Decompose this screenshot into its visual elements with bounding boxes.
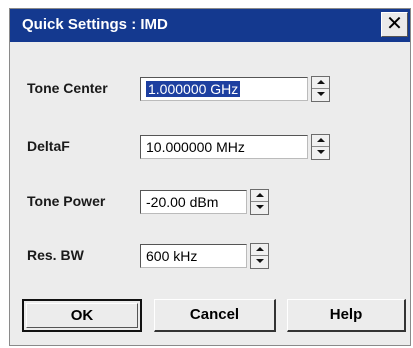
spin-down-icon[interactable] <box>312 147 329 159</box>
quick-settings-dialog: Quick Settings : IMD ✕ Tone Center 1.000… <box>9 8 411 346</box>
spin-up-icon[interactable] <box>312 77 329 89</box>
window-title: Quick Settings : IMD <box>22 16 168 33</box>
spin-up-icon[interactable] <box>251 190 268 202</box>
tone-center-label: Tone Center <box>27 80 108 96</box>
tone-power-value: -20.00 dBm <box>146 194 219 210</box>
ok-button[interactable]: OK <box>22 299 142 332</box>
res-bw-input[interactable]: 600 kHz <box>140 244 247 268</box>
deltaf-spinner[interactable] <box>311 134 330 160</box>
tone-center-value: 1.000000 GHz <box>146 81 241 97</box>
cancel-button[interactable]: Cancel <box>154 299 276 332</box>
spin-down-icon[interactable] <box>251 256 268 268</box>
spin-down-icon[interactable] <box>251 202 268 214</box>
tone-center-spinner[interactable] <box>311 76 330 102</box>
tone-center-input[interactable]: 1.000000 GHz <box>140 77 308 101</box>
title-bar[interactable]: Quick Settings : IMD ✕ <box>10 9 410 42</box>
close-button[interactable]: ✕ <box>381 12 408 37</box>
res-bw-spinner[interactable] <box>250 243 269 269</box>
deltaf-input[interactable]: 10.000000 MHz <box>140 135 308 159</box>
tone-power-spinner[interactable] <box>250 189 269 215</box>
tone-power-label: Tone Power <box>27 193 106 209</box>
spin-down-icon[interactable] <box>312 89 329 101</box>
spin-up-icon[interactable] <box>251 244 268 256</box>
tone-power-input[interactable]: -20.00 dBm <box>140 190 247 214</box>
res-bw-value: 600 kHz <box>146 248 198 264</box>
close-icon: ✕ <box>386 13 403 35</box>
res-bw-label: Res. BW <box>27 247 84 263</box>
spin-up-icon[interactable] <box>312 135 329 147</box>
help-button[interactable]: Help <box>287 299 406 332</box>
deltaf-label: DeltaF <box>27 138 70 154</box>
deltaf-value: 10.000000 MHz <box>146 139 245 155</box>
